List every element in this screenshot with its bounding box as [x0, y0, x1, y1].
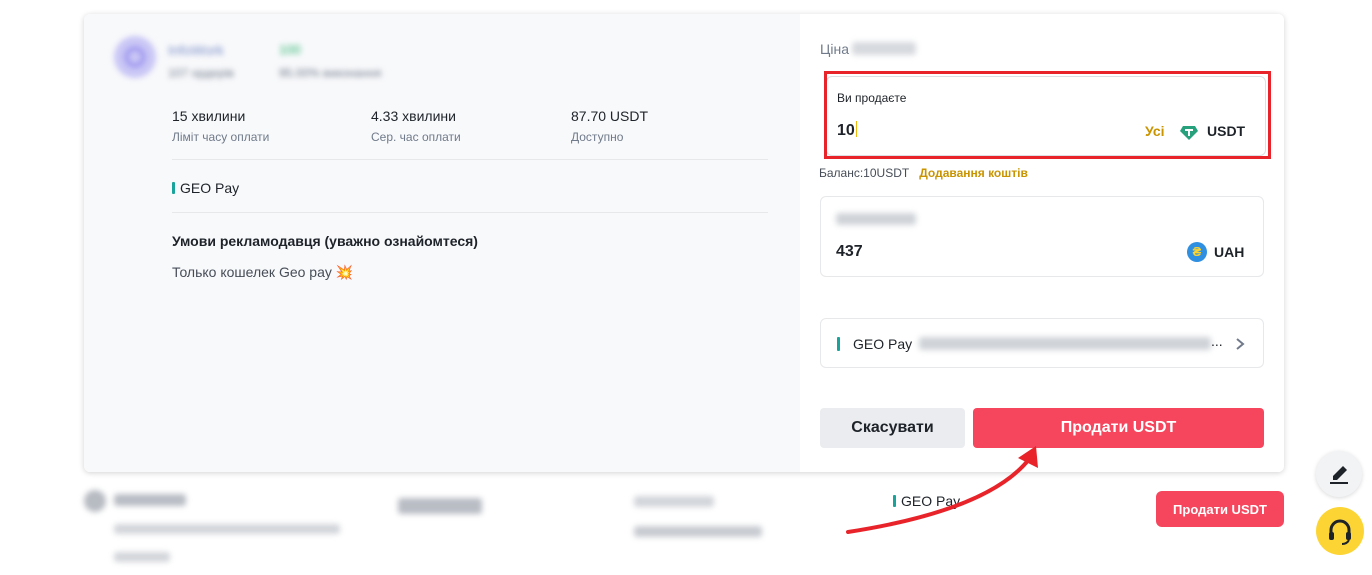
- receive-label-blurred: [836, 213, 916, 225]
- row-merchant-stats-blurred: [114, 524, 340, 534]
- receive-amount-input[interactable]: 437: [836, 243, 863, 261]
- price-label: Ціна: [820, 41, 849, 57]
- receive-currency: UAH: [1214, 244, 1245, 260]
- add-funds-link[interactable]: Додавання коштів: [919, 166, 1028, 180]
- row-sell-usdt-button[interactable]: Продати USDT: [1156, 491, 1284, 527]
- balance-line: Баланс:10USDT Додавання коштів: [819, 166, 1028, 180]
- row-merchant-name-blurred[interactable]: [114, 494, 186, 506]
- payment-color-bar: [172, 182, 175, 194]
- stat-label: Сер. час оплати: [371, 130, 461, 144]
- divider: [172, 159, 768, 160]
- receive-amount-field[interactable]: 437 ₴ UAH: [820, 196, 1264, 277]
- feedback-button[interactable]: [1316, 451, 1362, 497]
- uah-icon: ₴: [1187, 242, 1207, 262]
- price-value-blurred: [852, 42, 916, 55]
- stat-available: 87.70 USDT Доступно: [571, 108, 648, 144]
- merchant-name[interactable]: InfoWork: [168, 42, 224, 58]
- sell-amount-highlight-frame: [824, 71, 1271, 159]
- stat-avg-time: 4.33 хвилини Сер. час оплати: [371, 108, 461, 144]
- row-price-blurred: [398, 498, 482, 514]
- payment-account-blurred: [919, 337, 1211, 350]
- payment-method-selector[interactable]: GEO Pay ...: [820, 318, 1264, 368]
- row-available-blurred: [634, 496, 714, 507]
- annotation-arrow-icon: [846, 446, 1038, 534]
- payment-account-ellipsis: ...: [1211, 333, 1223, 349]
- merchant-completion: 95.00% виконання: [279, 66, 382, 80]
- ad-details-pane: InfoWork 100 107 ордерів 95.00% виконанн…: [84, 14, 800, 472]
- row-merchant-avatar: [84, 490, 106, 512]
- payment-method-tag: GEO Pay: [172, 180, 239, 196]
- merchant-orders: 107 ордерів: [168, 66, 234, 80]
- terms-text: Только кошелек Geo pay 💥: [172, 264, 354, 280]
- support-button[interactable]: [1316, 507, 1364, 555]
- row-limit-blurred: [634, 526, 762, 537]
- stat-value: 15 хвилини: [172, 108, 246, 124]
- stat-value: 4.33 хвилини: [371, 108, 456, 124]
- row-merchant-rating-blurred: [114, 552, 170, 562]
- stat-label: Ліміт часу оплати: [172, 130, 270, 144]
- terms-title: Умови рекламодавця (уважно ознайомтеся): [172, 233, 478, 249]
- edit-icon: [1330, 466, 1348, 484]
- headset-icon: [1329, 519, 1351, 545]
- divider: [172, 212, 768, 213]
- payment-method-name: GEO Pay: [180, 180, 240, 196]
- stat-value: 87.70 USDT: [571, 108, 649, 124]
- merchant-badge: 100: [279, 42, 301, 57]
- chevron-right-icon[interactable]: [1233, 336, 1247, 352]
- balance-text: Баланс:10USDT: [819, 166, 910, 180]
- stat-label: Доступно: [571, 130, 624, 144]
- stat-payment-limit: 15 хвилини Ліміт часу оплати: [172, 108, 269, 144]
- payment-color-bar: [837, 337, 840, 351]
- merchant-avatar: [114, 36, 156, 78]
- payment-method-name: GEO Pay: [853, 336, 913, 352]
